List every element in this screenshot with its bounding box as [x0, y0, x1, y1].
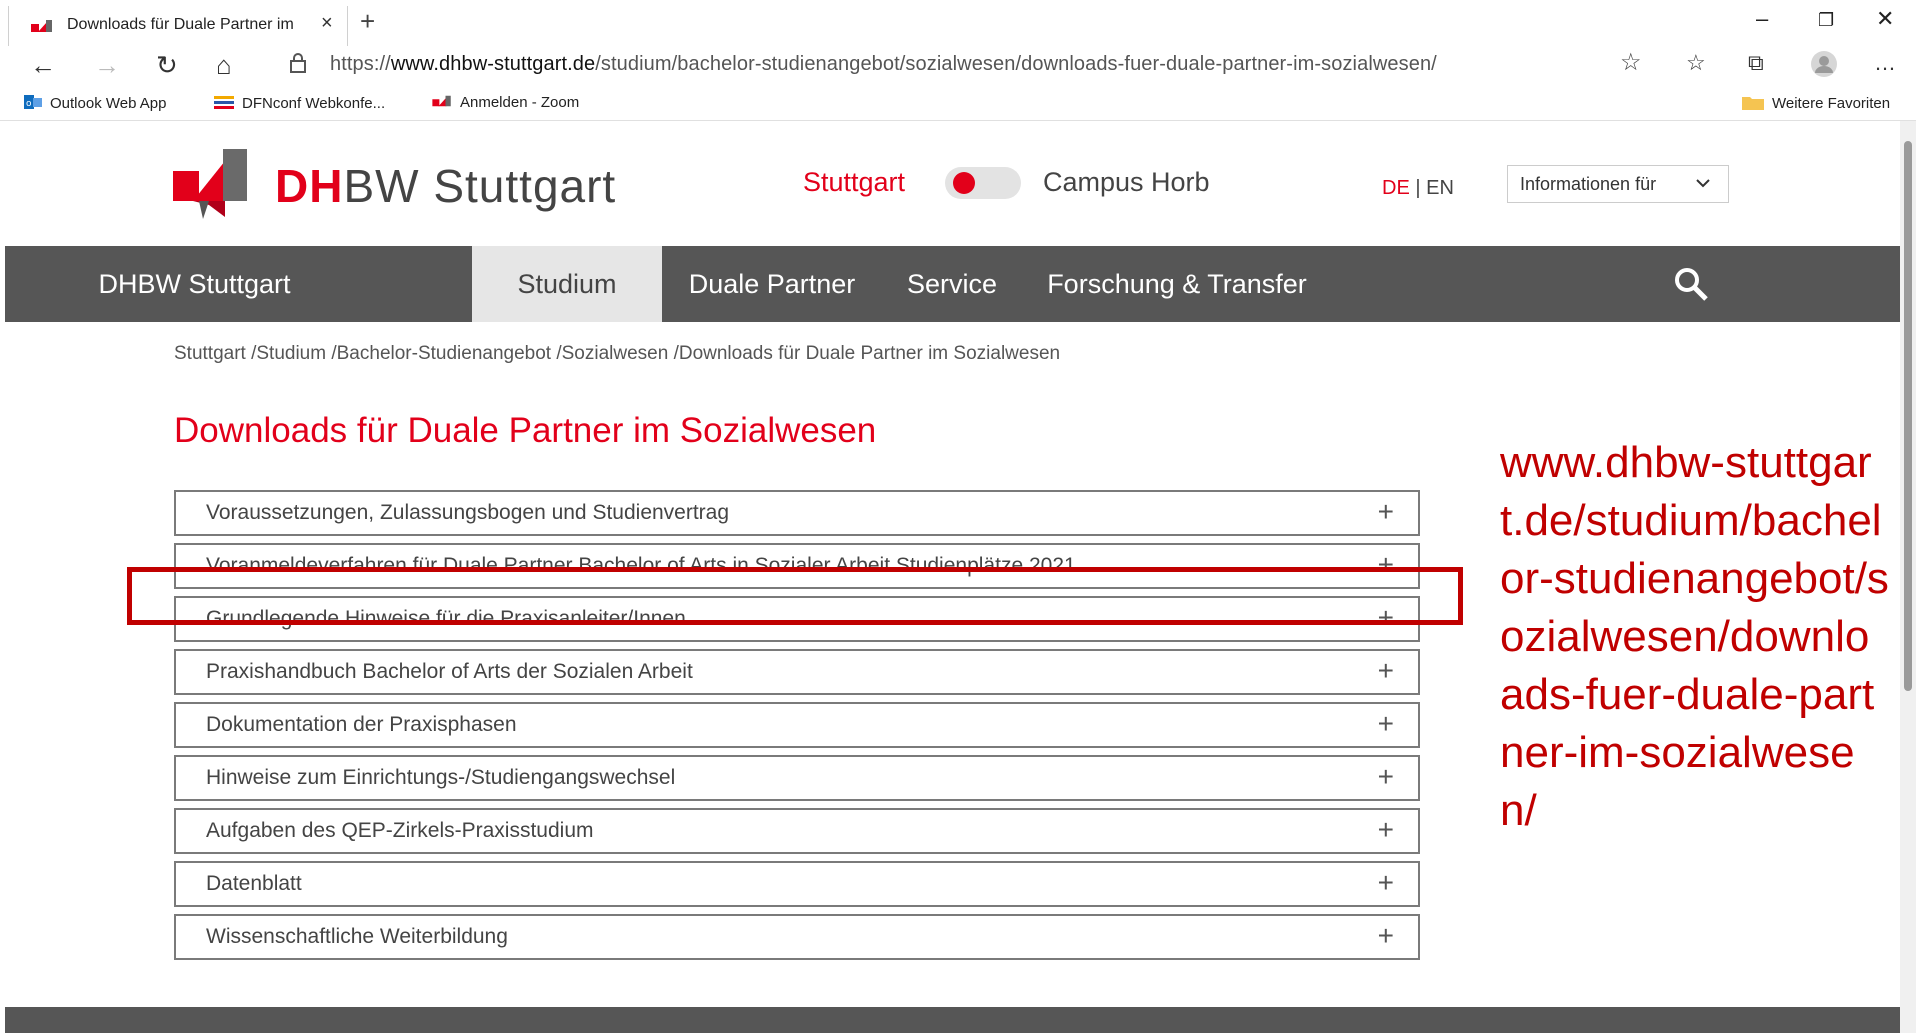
expand-plus-icon[interactable]: +	[1378, 655, 1394, 687]
favorite-zoom[interactable]: Anmelden - Zoom	[432, 94, 579, 112]
forward-icon[interactable]: →	[94, 50, 120, 81]
dhbw-favicon	[432, 94, 452, 112]
dhbw-favicon	[31, 18, 53, 39]
accordion-item[interactable]: Datenblatt +	[174, 861, 1420, 907]
chevron-down-icon	[1694, 174, 1712, 197]
more-menu-icon[interactable]: …	[1874, 50, 1896, 76]
site-logo-text[interactable]: DHBW Stuttgart	[275, 159, 616, 213]
favorite-dfnconf[interactable]: DFNconf Webkonfe...	[214, 94, 385, 114]
nav-forschung-transfer[interactable]: Forschung & Transfer	[1022, 246, 1332, 322]
expand-plus-icon[interactable]: +	[1378, 761, 1394, 793]
more-favorites[interactable]: Weitere Favoriten	[1742, 94, 1890, 114]
scrollbar-thumb[interactable]	[1904, 141, 1912, 691]
home-icon[interactable]: ⌂	[216, 50, 232, 81]
collections-icon[interactable]: ⧉	[1748, 50, 1764, 76]
nav-service[interactable]: Service	[882, 246, 1022, 322]
accordion-item[interactable]: Aufgaben des QEP-Zirkels-Praxisstudium +	[174, 808, 1420, 854]
browser-tab[interactable]: Downloads für Duale Partner im ×	[8, 6, 348, 46]
svg-text:o: o	[26, 99, 32, 109]
favorites-list-icon[interactable]: ☆	[1686, 50, 1706, 76]
back-icon[interactable]: ←	[30, 50, 56, 81]
nav-studium[interactable]: Studium	[472, 246, 662, 322]
favorite-outlook[interactable]: o Outlook Web App	[24, 94, 166, 114]
campus-horb-label[interactable]: Campus Horb	[1043, 167, 1210, 198]
tab-bar: Downloads für Duale Partner im × + – ❐ ✕	[0, 0, 1916, 46]
expand-plus-icon[interactable]: +	[1378, 867, 1394, 899]
lang-de[interactable]: DE	[1382, 177, 1410, 199]
folder-icon	[1742, 94, 1764, 114]
annotation-url: www.dhbw-stuttgart.de/studium/bachelor-s…	[1500, 438, 1889, 835]
scrollbar[interactable]	[1900, 121, 1916, 1033]
new-tab-icon[interactable]: +	[360, 6, 375, 37]
page-title: Downloads für Duale Partner im Sozialwes…	[174, 411, 877, 450]
accordion-item-dokumentation[interactable]: Dokumentation der Praxisphasen +	[174, 702, 1420, 748]
expand-plus-icon[interactable]: +	[1378, 496, 1394, 528]
refresh-icon[interactable]: ↻	[156, 50, 178, 81]
search-icon[interactable]	[1673, 266, 1709, 307]
nav-dhbw-stuttgart[interactable]: DHBW Stuttgart	[5, 246, 384, 322]
footer-bar	[5, 1007, 1900, 1033]
close-tab-icon[interactable]: ×	[321, 12, 333, 35]
expand-plus-icon[interactable]: +	[1378, 708, 1394, 740]
accordion-item[interactable]: Hinweise zum Einrichtungs-/Studiengangsw…	[174, 755, 1420, 801]
outlook-icon: o	[24, 94, 42, 114]
url-bar[interactable]: https://www.dhbw-stuttgart.de/studium/ba…	[260, 46, 1650, 84]
language-switch: DE | EN	[1382, 177, 1454, 199]
profile-avatar-icon[interactable]	[1810, 50, 1838, 84]
lock-icon	[288, 52, 308, 79]
favorite-star-icon[interactable]: ☆	[1620, 48, 1642, 77]
dhbw-logo-icon[interactable]	[173, 149, 265, 226]
expand-plus-icon[interactable]: +	[1378, 814, 1394, 846]
highlight-box	[127, 567, 1463, 625]
minimize-icon[interactable]: –	[1756, 6, 1768, 32]
breadcrumb[interactable]: Stuttgart /Studium /Bachelor-Studienange…	[174, 343, 1060, 365]
favorites-bar: o Outlook Web App DFNconf Webkonfe... Anm…	[0, 88, 1916, 121]
dfnconf-icon	[214, 94, 234, 114]
campus-stuttgart-label[interactable]: Stuttgart	[803, 167, 905, 198]
tab-title: Downloads für Duale Partner im	[67, 16, 294, 33]
downloads-accordion: Voraussetzungen, Zulassungsbogen und Stu…	[174, 490, 1420, 967]
accordion-item[interactable]: Voraussetzungen, Zulassungsbogen und Stu…	[174, 490, 1420, 536]
nav-duale-partner[interactable]: Duale Partner	[662, 246, 882, 322]
restore-icon[interactable]: ❐	[1818, 10, 1834, 31]
campus-toggle[interactable]	[945, 167, 1021, 199]
expand-plus-icon[interactable]: +	[1378, 920, 1394, 952]
toggle-knob	[953, 172, 975, 194]
main-nav: DHBW Stuttgart Studium Duale Partner Ser…	[5, 246, 1900, 322]
lang-en[interactable]: EN	[1426, 177, 1454, 199]
info-for-dropdown[interactable]: Informationen für	[1507, 165, 1729, 203]
url-text: https://www.dhbw-stuttgart.de/studium/ba…	[330, 53, 1437, 75]
close-window-icon[interactable]: ✕	[1876, 6, 1894, 32]
address-row: ← → ↻ ⌂ https://www.dhbw-stuttgart.de/st…	[0, 46, 1916, 88]
accordion-item[interactable]: Wissenschaftliche Weiterbildung +	[174, 914, 1420, 960]
accordion-item[interactable]: Praxishandbuch Bachelor of Arts der Sozi…	[174, 649, 1420, 695]
